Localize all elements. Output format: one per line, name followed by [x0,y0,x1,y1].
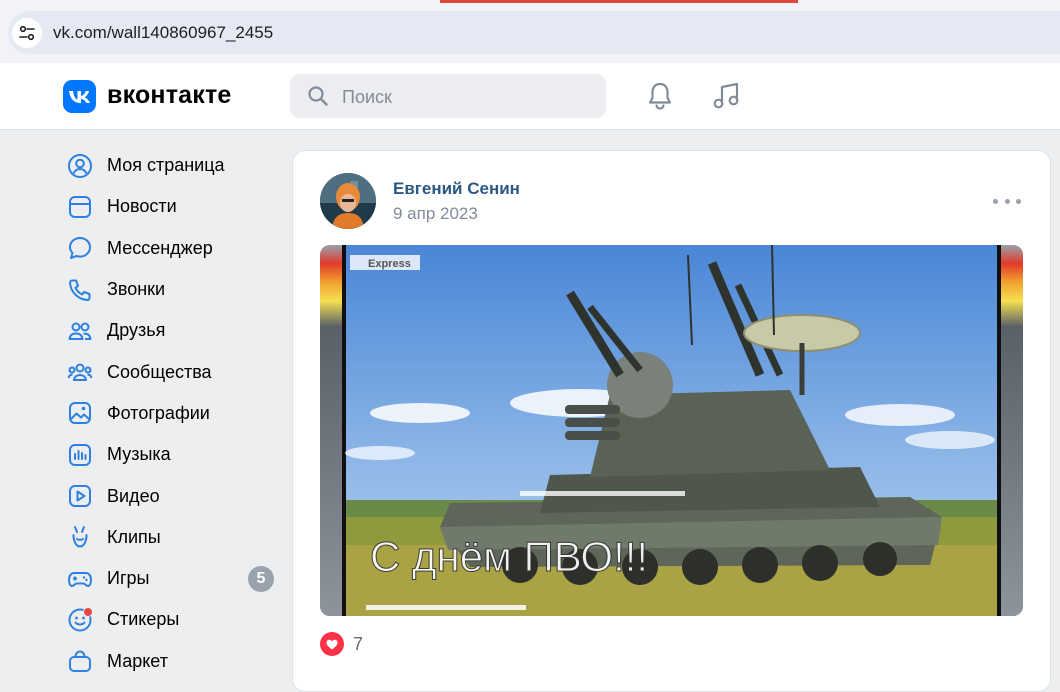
sidebar-item-label: Звонки [107,279,166,300]
sidebar-item-label: Фотографии [107,402,210,423]
sidebar-item-photos[interactable]: Фотографии [62,393,282,434]
browser-toolbar: vk.com/wall140860967_2455 [0,0,1060,63]
sidebar-item-label: Стикеры [107,609,180,630]
like-count: 7 [353,633,364,654]
games-icon [66,565,94,593]
like-button[interactable]: 7 [320,632,363,656]
sidebar-item-label: Игры [107,568,150,589]
sidebar-item-communities[interactable]: Сообщества [62,351,282,392]
sidebar-item-messenger[interactable]: Мессенджер [62,228,282,269]
sidebar-item-label: Видео [107,485,160,506]
sidebar-item-news[interactable]: Новости [62,186,282,227]
sidebar-item-label: Сообщества [107,361,212,382]
video-icon [66,482,94,510]
market-icon [66,647,94,675]
sidebar-item-label: Клипы [107,526,161,547]
sidebar-item-video[interactable]: Видео [62,475,282,516]
sidebar-item-music[interactable]: Музыка [62,434,282,475]
message-icon [66,234,94,262]
sidebar-item-stickers[interactable]: Стикеры [62,599,282,640]
friends-icon [66,317,94,345]
sidebar-item-label: Друзья [107,320,166,341]
post-image[interactable]: Express С днём ПВО!!! [320,245,1023,616]
sidebar-item-label: Маркет [107,650,168,671]
search-box[interactable] [290,74,606,118]
heart-icon [320,632,344,656]
logo-text[interactable]: вконтакте [107,81,232,110]
sidebar-item-calls[interactable]: Звонки [62,269,282,310]
sidebar-item-label: Новости [107,196,177,217]
games-count-badge: 5 [248,565,274,592]
url-text[interactable]: vk.com/wall140860967_2455 [53,23,273,43]
sidebar-item-friends[interactable]: Друзья [62,310,282,351]
author-avatar[interactable] [320,173,376,229]
bell-icon[interactable] [644,80,676,112]
search-icon [307,85,329,112]
more-options-icon[interactable] [993,193,1021,209]
post-author-name[interactable]: Евгений Сенин [393,179,520,199]
sidebar-item-label: Музыка [107,444,171,465]
post-date[interactable]: 9 апр 2023 [393,204,478,224]
sidebar-item-label: Моя страница [107,155,225,176]
notification-dot [83,606,93,617]
vk-logo-icon[interactable] [63,80,96,113]
left-navigation: Моя страница Новости Мессенджер Звонки Д… [62,145,282,682]
sidebar-item-label: Мессенджер [107,237,213,258]
music-icon [66,441,94,469]
site-info-icon[interactable] [12,18,42,48]
image-caption: С днём ПВО!!! [370,533,648,580]
sidebar-item-market[interactable]: Маркет [62,641,282,682]
image-watermark: Express [368,258,411,270]
stickers-icon [66,606,94,634]
sidebar-item-clips[interactable]: Клипы [62,517,282,558]
site-header: вконтакте [0,63,1060,130]
news-icon [66,193,94,221]
communities-icon [66,358,94,386]
phone-icon [66,276,94,304]
clips-icon [66,523,94,551]
sidebar-item-games[interactable]: Игры 5 [62,558,282,599]
user-circle-icon [66,152,94,180]
wall-post: Евгений Сенин 9 апр 2023 Express С днём … [292,150,1051,692]
sidebar-item-my-page[interactable]: Моя страница [62,145,282,186]
photo-icon [66,399,94,427]
search-input[interactable] [340,84,584,110]
page-load-progress [440,0,798,3]
music-note-icon[interactable] [710,80,742,112]
